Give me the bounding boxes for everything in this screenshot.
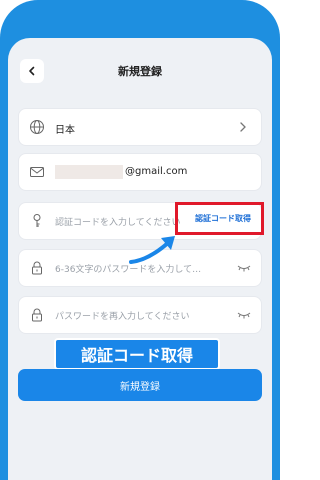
confirm-password-field[interactable]: パスワードを再入力してください [18, 296, 262, 334]
header: 新規登録 [8, 38, 272, 110]
email-domain: @gmail.com [125, 166, 188, 177]
globe-icon [30, 120, 44, 134]
redacted-username [55, 165, 123, 179]
confirm-password-placeholder: パスワードを再入力してください [55, 312, 190, 322]
eye-closed-icon[interactable] [237, 309, 251, 321]
register-button[interactable]: 新規登録 [18, 369, 262, 401]
region-select[interactable]: 日本 [18, 108, 262, 146]
lock-icon [32, 308, 42, 322]
pointer-arrow-icon [129, 236, 175, 264]
chevron-right-icon [240, 122, 246, 132]
page-title: 新規登録 [118, 65, 162, 78]
eye-closed-icon[interactable] [237, 262, 251, 274]
region-value: 日本 [55, 125, 75, 136]
lock-icon [32, 261, 42, 275]
highlight-box [175, 202, 264, 235]
verification-code-placeholder: 認証コードを入力してください [55, 218, 181, 228]
mail-icon [30, 167, 44, 177]
email-field[interactable]: @gmail.com [18, 153, 262, 191]
key-icon [33, 214, 41, 227]
annotation-caption: 認証コード取得 [54, 338, 220, 370]
